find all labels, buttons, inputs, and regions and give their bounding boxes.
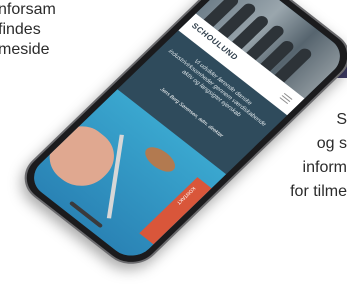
phone-screen: SCHOULUND Vi udvikler førende danske ind… [24,0,347,265]
phone-body: SCHOULUND Vi udvikler førende danske ind… [12,0,347,275]
side-tab-label: KONTAKT [174,185,197,206]
phone-mockup: SCHOULUND Vi udvikler førende danske ind… [0,0,347,286]
sample-shape [140,142,181,177]
contact-side-tab[interactable]: KONTAKT [139,177,212,245]
hamburger-menu-icon[interactable] [279,92,293,105]
